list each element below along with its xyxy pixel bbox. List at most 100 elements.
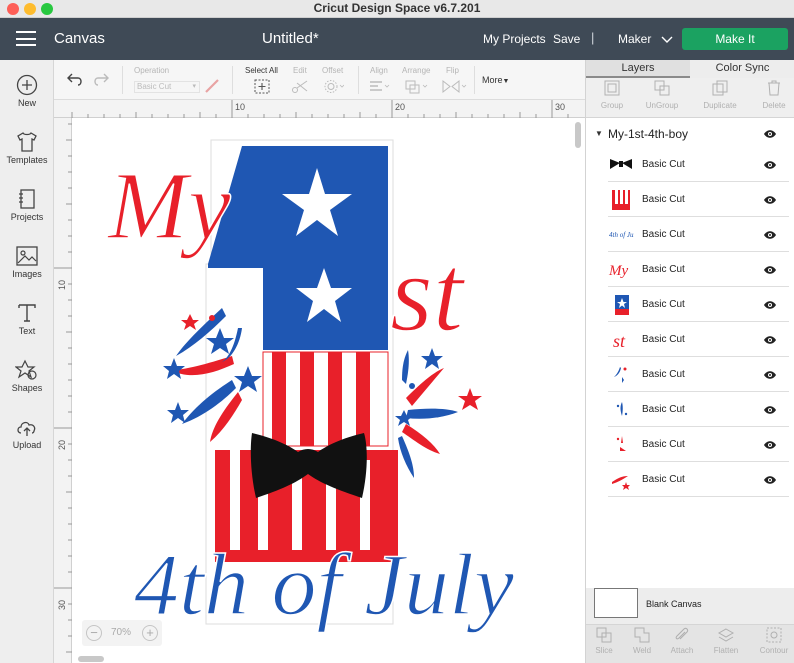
layer-list: ▼ My-1st-4th-boy Basic Cut Basic Cut 4th o… bbox=[586, 118, 794, 588]
layer-group-row[interactable]: ▼ My-1st-4th-boy bbox=[586, 120, 794, 148]
tab-color-sync[interactable]: Color Sync bbox=[690, 60, 794, 78]
blank-canvas-swatch[interactable] bbox=[594, 588, 638, 618]
layer-thumbnail: 4th of July bbox=[609, 231, 634, 239]
paperclip-icon bbox=[675, 627, 689, 640]
redo-icon[interactable] bbox=[92, 72, 110, 86]
ruler-top-10: 10 bbox=[235, 102, 246, 112]
layer-thumbnail bbox=[610, 159, 632, 169]
vertical-scrollbar[interactable] bbox=[575, 122, 581, 148]
document-title[interactable]: Untitled* bbox=[262, 30, 319, 47]
duplicate-label: Duplicate bbox=[703, 101, 737, 110]
slice-icon bbox=[596, 627, 612, 643]
flip-icon[interactable] bbox=[441, 79, 467, 94]
zoom-in-button[interactable]: + bbox=[142, 625, 158, 641]
caret-down-icon[interactable]: ▼ bbox=[595, 129, 603, 138]
edit-scissors-icon[interactable] bbox=[291, 79, 311, 94]
layer-name: Basic Cut bbox=[642, 334, 685, 345]
offset-icon[interactable] bbox=[322, 79, 344, 94]
eye-icon[interactable] bbox=[763, 370, 777, 380]
design-canvas[interactable]: My st 4th of July bbox=[72, 118, 585, 663]
my-projects-button[interactable]: My Projects bbox=[483, 32, 546, 46]
sidebar-item-new[interactable]: New bbox=[0, 74, 54, 108]
eye-icon[interactable] bbox=[763, 300, 777, 310]
horizontal-scrollbar[interactable] bbox=[78, 656, 104, 662]
duplicate-icon bbox=[712, 80, 728, 96]
layer-row[interactable]: Basic Cut bbox=[608, 393, 789, 427]
sidebar-item-text[interactable]: Text bbox=[0, 302, 54, 336]
blank-canvas-row[interactable]: Blank Canvas bbox=[586, 588, 794, 624]
ungroup-button[interactable]: UnGroup bbox=[636, 80, 688, 110]
make-it-button[interactable]: Make It bbox=[682, 28, 788, 50]
layer-row[interactable]: st Basic Cut bbox=[608, 323, 789, 357]
pen-color-icon[interactable] bbox=[204, 79, 220, 93]
zoom-level: 70% bbox=[111, 627, 132, 638]
operation-label: Operation bbox=[134, 66, 170, 75]
layer-thumbnail bbox=[612, 190, 630, 210]
sidebar-item-projects[interactable]: Projects bbox=[0, 188, 54, 222]
layer-row[interactable]: Basic Cut bbox=[608, 463, 789, 497]
layer-name: Basic Cut bbox=[642, 194, 685, 205]
eye-icon[interactable] bbox=[763, 440, 777, 450]
ruler-top-20: 20 bbox=[395, 102, 406, 112]
save-button[interactable]: Save bbox=[553, 32, 580, 46]
more-button[interactable]: More▼ bbox=[482, 75, 509, 85]
sidebar-item-upload[interactable]: Upload bbox=[0, 416, 54, 450]
layer-row[interactable]: Basic Cut bbox=[608, 428, 789, 462]
zoom-out-button[interactable]: − bbox=[86, 625, 102, 641]
app-name: Canvas bbox=[54, 30, 105, 47]
app-header: Canvas Untitled* My Projects Save | Make… bbox=[0, 18, 794, 60]
sidebar-item-templates[interactable]: Templates bbox=[0, 131, 54, 165]
ungroup-label: UnGroup bbox=[645, 101, 679, 110]
window-title: Cricut Design Space v6.7.201 bbox=[313, 1, 481, 15]
flip-label: Flip bbox=[446, 66, 459, 75]
eye-icon[interactable] bbox=[763, 265, 777, 275]
shapes-icon bbox=[15, 359, 37, 380]
arrange-label: Arrange bbox=[402, 66, 431, 75]
eye-icon[interactable] bbox=[763, 195, 777, 205]
toolbar-divider bbox=[358, 66, 359, 94]
sidebar-item-images[interactable]: Images bbox=[0, 245, 54, 279]
undo-icon[interactable] bbox=[66, 72, 84, 86]
select-all-icon[interactable] bbox=[254, 79, 270, 94]
image-icon bbox=[16, 246, 38, 266]
eye-icon[interactable] bbox=[763, 230, 777, 240]
layer-thumbnail: st bbox=[613, 331, 626, 351]
firework-right bbox=[395, 348, 482, 478]
tab-layers[interactable]: Layers bbox=[586, 60, 690, 78]
layer-row[interactable]: Basic Cut bbox=[608, 183, 789, 217]
design-artwork[interactable]: My st 4th of July bbox=[72, 118, 572, 638]
layer-thumbnail bbox=[612, 476, 630, 490]
ruler-left-30: 30 bbox=[57, 599, 68, 611]
align-icon[interactable] bbox=[368, 79, 390, 94]
duplicate-button[interactable]: Duplicate bbox=[694, 80, 746, 110]
eye-icon[interactable] bbox=[763, 405, 777, 415]
layers-panel: Layers Color Sync Group UnGroup Duplicat… bbox=[585, 60, 794, 663]
chevron-down-icon: ▾ bbox=[192, 83, 196, 90]
machine-label: Maker bbox=[618, 32, 652, 46]
eye-icon[interactable] bbox=[763, 475, 777, 485]
edit-label: Edit bbox=[293, 66, 307, 75]
hamburger-menu-icon[interactable] bbox=[16, 31, 36, 46]
layer-thumbnail bbox=[616, 402, 628, 416]
contour-button[interactable]: Contour bbox=[748, 627, 794, 655]
ungroup-icon bbox=[654, 80, 670, 96]
select-all-label: Select All bbox=[245, 66, 278, 75]
eye-icon[interactable] bbox=[763, 335, 777, 345]
operation-select[interactable]: Basic Cut ▾ bbox=[134, 81, 200, 93]
layer-row[interactable]: My Basic Cut bbox=[608, 253, 789, 287]
eye-icon[interactable] bbox=[763, 160, 777, 170]
layer-row[interactable]: Basic Cut bbox=[608, 358, 789, 392]
layer-row[interactable]: 4th of July Basic Cut bbox=[608, 218, 789, 252]
artwork-text-4th-of-july: 4th of July bbox=[134, 537, 515, 634]
layer-row[interactable]: Basic Cut bbox=[608, 148, 789, 182]
group-button[interactable]: Group bbox=[586, 80, 638, 110]
delete-button[interactable]: Delete bbox=[748, 80, 794, 110]
arrange-icon[interactable] bbox=[404, 79, 428, 94]
machine-select[interactable]: Maker bbox=[618, 32, 673, 46]
eye-icon[interactable] bbox=[763, 129, 777, 139]
sidebar-item-shapes[interactable]: Shapes bbox=[0, 359, 54, 393]
sidebar-label-projects: Projects bbox=[10, 212, 44, 222]
flatten-button[interactable]: Flatten bbox=[700, 627, 752, 655]
flatten-label: Flatten bbox=[713, 646, 739, 655]
layer-row[interactable]: Basic Cut bbox=[608, 288, 789, 322]
